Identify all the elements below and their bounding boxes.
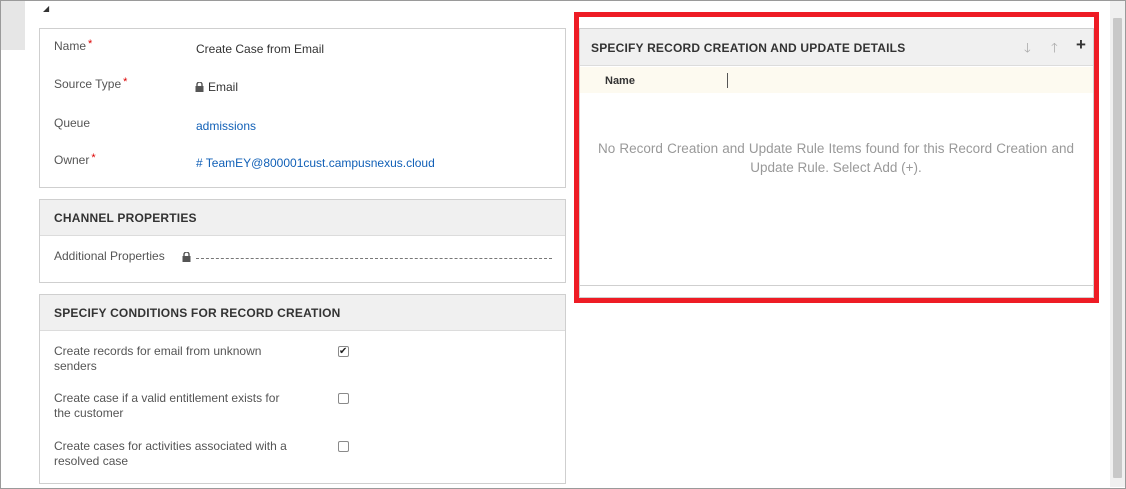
highlight-box <box>574 12 1099 303</box>
source-type-label: Source Type * <box>54 76 128 91</box>
owner-label: Owner * <box>54 152 96 167</box>
condition-resolved-case: Create cases for activities associated w… <box>54 439 349 469</box>
channel-properties-title: CHANNEL PROPERTIES <box>40 200 565 236</box>
condition-valid-entitlement: Create case if a valid entitlement exist… <box>54 391 349 421</box>
owner-link[interactable]: # TeamEY@800001cust.campusnexus.cloud <box>196 156 435 170</box>
additional-properties-value <box>196 258 552 259</box>
source-type-value: Email <box>195 80 238 94</box>
queue-link[interactable]: admissions <box>196 119 256 133</box>
condition-label: Create case if a valid entitlement exist… <box>54 391 280 420</box>
additional-properties-label: Additional Properties <box>54 249 165 263</box>
condition-label: Create records for email from unknown se… <box>54 344 262 373</box>
condition-label: Create cases for activities associated w… <box>54 439 287 468</box>
name-field: Name * Create Case from Email <box>54 38 554 59</box>
owner-field: Owner * # TeamEY@800001cust.campusnexus.c… <box>54 152 554 173</box>
name-value[interactable]: Create Case from Email <box>196 42 324 56</box>
collapse-triangle-icon[interactable]: ◢ <box>43 4 49 13</box>
channel-properties-section: CHANNEL PROPERTIES Additional Properties <box>39 199 566 283</box>
required-marker: * <box>88 38 93 50</box>
scrollbar-thumb[interactable] <box>1113 18 1122 478</box>
left-gutter <box>1 1 25 50</box>
conditions-title: SPECIFY CONDITIONS FOR RECORD CREATION <box>40 295 565 331</box>
required-marker: * <box>123 76 128 88</box>
general-section: Name * Create Case from Email Source Type… <box>39 28 566 188</box>
condition-unknown-senders: Create records for email from unknown se… <box>54 344 349 374</box>
lock-icon <box>195 82 204 92</box>
source-type-field: Source Type * Email <box>54 76 554 97</box>
conditions-section: SPECIFY CONDITIONS FOR RECORD CREATION C… <box>39 294 566 484</box>
unknown-senders-checkbox[interactable] <box>338 344 349 359</box>
lock-icon <box>182 252 191 262</box>
queue-field: Queue admissions <box>54 116 554 136</box>
name-label: Name * <box>54 38 93 53</box>
resolved-case-checkbox[interactable] <box>338 441 349 452</box>
required-marker: * <box>91 152 96 164</box>
valid-entitlement-checkbox[interactable] <box>338 393 349 404</box>
queue-label: Queue <box>54 116 91 130</box>
additional-properties-field: Additional Properties <box>54 249 554 269</box>
vertical-scrollbar[interactable] <box>1110 1 1125 487</box>
